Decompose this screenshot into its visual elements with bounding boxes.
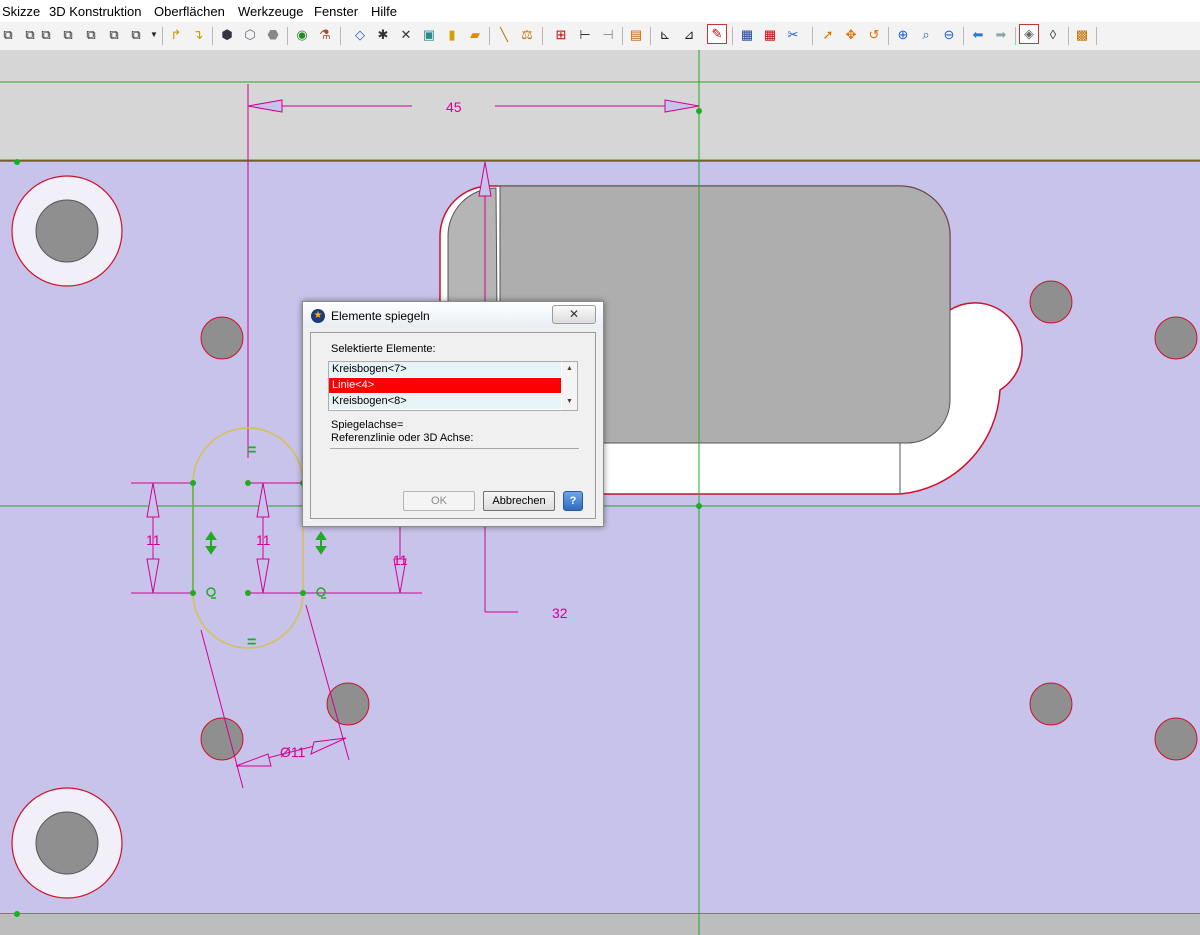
solid-icon[interactable]: ⬣ bbox=[265, 27, 281, 43]
scroll-down-icon[interactable]: ▼ bbox=[566, 398, 573, 405]
help-button[interactable]: ? bbox=[563, 491, 583, 511]
equal-constraint-bottom[interactable]: = bbox=[247, 634, 256, 651]
plane-icon[interactable]: ◇ bbox=[352, 27, 368, 43]
small-hole[interactable] bbox=[200, 717, 244, 761]
move-icon[interactable]: ✥ bbox=[843, 27, 859, 43]
dimension-label-45[interactable]: 45 bbox=[446, 99, 462, 115]
magic-icon[interactable]: ✂ bbox=[785, 27, 801, 43]
dimension-label-11-center[interactable]: 11 bbox=[256, 532, 271, 548]
ruler-icon[interactable]: ╲ bbox=[496, 27, 512, 43]
dimension-icon[interactable]: ⊢ bbox=[577, 27, 593, 43]
point-icon[interactable]: ✱ bbox=[375, 27, 391, 43]
zoom-out-icon[interactable]: ⊖ bbox=[941, 27, 957, 43]
close-button[interactable]: ✕ bbox=[552, 305, 596, 324]
menu-fenster[interactable]: Fenster bbox=[314, 4, 358, 19]
list-scrollbar[interactable]: ▲ ▼ bbox=[562, 362, 577, 410]
undo-rotate-icon[interactable]: ↺ bbox=[866, 27, 882, 43]
equal-constraint-top[interactable]: = bbox=[247, 442, 256, 459]
cube-icon[interactable]: ⧉ bbox=[128, 27, 144, 43]
dimension-label-11-right[interactable]: 11 bbox=[393, 552, 408, 568]
zoom-fit-icon[interactable]: ⌕ bbox=[918, 27, 934, 43]
zoom-in-icon[interactable]: ⊕ bbox=[895, 27, 911, 43]
grid-icon[interactable]: ▦ bbox=[762, 27, 778, 43]
dialog-body: Selektierte Elemente: Kreisbogen<7> Lini… bbox=[310, 332, 596, 519]
mirror-axis-label: Spiegelachse= bbox=[331, 419, 404, 431]
wireframe-view-icon[interactable]: ◊ bbox=[1045, 27, 1061, 43]
cube-icon[interactable]: ⧉ bbox=[22, 27, 38, 43]
dimension-label-diameter-11[interactable]: Ø11 bbox=[280, 744, 306, 760]
flask-icon[interactable]: ⚗ bbox=[317, 27, 333, 43]
scroll-up-icon[interactable]: ▲ bbox=[566, 365, 573, 372]
cube-icon[interactable]: ⧉ bbox=[60, 27, 76, 43]
shaded-view-icon[interactable]: ◈ bbox=[1019, 24, 1039, 44]
ok-button[interactable]: OK bbox=[403, 491, 475, 511]
back-arrow-icon[interactable]: ⬅ bbox=[970, 27, 986, 43]
sketch-icon[interactable]: ✎ bbox=[707, 24, 727, 44]
mirror-elements-dialog: ★ Elemente spiegeln ✕ Selektierte Elemen… bbox=[302, 301, 604, 527]
revolve-icon[interactable]: ↴ bbox=[190, 27, 206, 43]
solid-icon[interactable]: ⬢ bbox=[219, 27, 235, 43]
box-icon[interactable]: ▩ bbox=[1074, 27, 1090, 43]
cube-icon[interactable]: ⧉ bbox=[0, 27, 16, 43]
menu-werkzeuge[interactable]: Werkzeuge bbox=[238, 4, 304, 19]
grid-icon[interactable]: ▦ bbox=[739, 27, 755, 43]
cancel-button[interactable]: Abbrechen bbox=[483, 491, 555, 511]
toolbar: ⧉ ⧉ ⧉ ⧉ ⧉ ⧉ ⧉ ▼ ↱ ↴ ⬢ ⬡ ⬣ ◉ ⚗ ◇ ✱ ✕ ▣ ▮ … bbox=[0, 22, 1200, 51]
dropdown-arrow-icon[interactable]: ▼ bbox=[146, 27, 162, 43]
balance-icon[interactable]: ⚖ bbox=[519, 27, 535, 43]
dimension-label-32[interactable]: 32 bbox=[552, 605, 568, 621]
solid-icon[interactable]: ⬡ bbox=[242, 27, 258, 43]
hole-bore bbox=[35, 811, 99, 875]
small-hole[interactable] bbox=[200, 316, 244, 360]
app-star-icon: ★ bbox=[311, 309, 325, 323]
bag-icon[interactable]: ▰ bbox=[467, 27, 483, 43]
small-hole[interactable] bbox=[1154, 717, 1198, 761]
hole-bore bbox=[35, 199, 99, 263]
menu-skizze[interactable]: Skizze bbox=[2, 4, 40, 19]
constraint-icon[interactable]: ⊾ bbox=[657, 27, 673, 43]
mirror-axis-field[interactable] bbox=[330, 448, 579, 449]
image-icon[interactable]: ▣ bbox=[421, 27, 437, 43]
constraint-icon[interactable]: ⊿ bbox=[681, 27, 697, 43]
dialog-title: Elemente spiegeln bbox=[331, 309, 430, 323]
menu-bar: Skizze 3D Konstruktion Oberflächen Werkz… bbox=[0, 0, 1200, 22]
dimension-label-11-left[interactable]: 11 bbox=[146, 532, 161, 548]
selected-elements-list[interactable]: Kreisbogen<7> Linie<4> Kreisbogen<8> ▲ ▼ bbox=[328, 361, 578, 411]
dimension-icon[interactable]: ⊣ bbox=[600, 27, 616, 43]
list-item-selected[interactable]: Linie<4> bbox=[329, 378, 561, 393]
forward-arrow-icon[interactable]: ➡ bbox=[993, 27, 1009, 43]
book-icon[interactable]: ▮ bbox=[444, 27, 460, 43]
cube-icon[interactable]: ⧉ bbox=[38, 27, 54, 43]
select-arrow-icon[interactable]: ➚ bbox=[820, 27, 836, 43]
document-icon[interactable]: ▤ bbox=[628, 27, 644, 43]
small-hole[interactable] bbox=[1029, 280, 1073, 324]
point-icon[interactable]: ✕ bbox=[398, 27, 414, 43]
cad-viewport[interactable]: 45 11 11 11 32 Ø11 = = ★ Elemente spiege… bbox=[0, 50, 1200, 935]
small-hole[interactable] bbox=[1029, 682, 1073, 726]
menu-3d-konstruktion[interactable]: 3D Konstruktion bbox=[49, 4, 142, 19]
menu-oberflaechen[interactable]: Oberflächen bbox=[154, 4, 225, 19]
cube-icon[interactable]: ⧉ bbox=[106, 27, 122, 43]
menu-hilfe[interactable]: Hilfe bbox=[371, 4, 397, 19]
small-hole[interactable] bbox=[1154, 316, 1198, 360]
cube-icon[interactable]: ⧉ bbox=[83, 27, 99, 43]
mirror-axis-hint: Referenzlinie oder 3D Achse: bbox=[331, 432, 474, 444]
list-item[interactable]: Kreisbogen<8> bbox=[329, 394, 561, 409]
dimension-icon[interactable]: ⊞ bbox=[553, 27, 569, 43]
list-item[interactable]: Kreisbogen<7> bbox=[329, 362, 561, 377]
extrude-icon[interactable]: ↱ bbox=[168, 27, 184, 43]
part-bottom-face bbox=[0, 914, 1200, 935]
visibility-icon[interactable]: ◉ bbox=[294, 27, 310, 43]
dialog-title-bar[interactable]: ★ Elemente spiegeln ✕ bbox=[303, 302, 603, 328]
selected-elements-label: Selektierte Elemente: bbox=[331, 343, 436, 355]
